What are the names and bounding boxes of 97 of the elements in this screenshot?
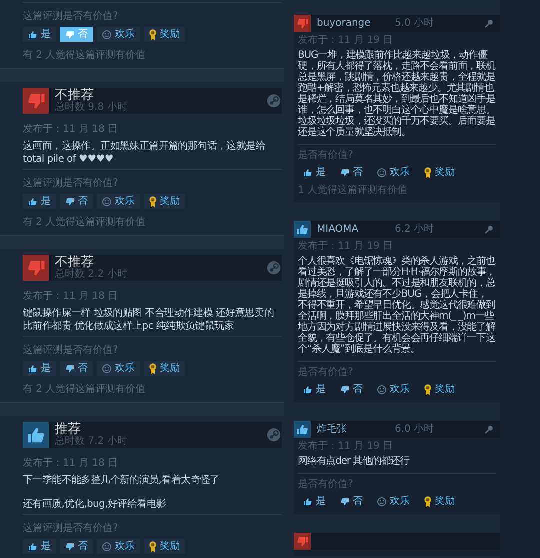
helpful-prompt: 这篇评测是否有价值? [23, 345, 120, 357]
helpful-count: 有 2 人觉得这篇评测有价值 [23, 217, 147, 229]
thumbs-down-icon [65, 364, 75, 374]
review-text: 个人很喜欢《电锯惊魂》类的杀人游戏，之前也看过美恐，了解了一部分H·H·福尔摩斯的故事，剧情还是挺吸引人的。不过是和朋友联机的，总是掉线，且游戏还有不少BUG，会把人卡住，不得不重开，希望早日优化。感觉这代很难做到全活啊，膜拜那些肝出全活的大神m(_ _)m一些地方因为对方剧情进展快没来得及看，没能了解全貌，有些仓促了。有机会会再仔细端详一下这个“杀人魔”到底是什么背景。 [298, 256, 496, 355]
helpful-prompt: 是否有价值? [298, 150, 354, 162]
playtime: 总时数 2.2 小时 [55, 270, 128, 280]
thumbs-up-icon [28, 542, 38, 552]
helpful-prompt: 是否有价值? [298, 367, 354, 379]
vote-button[interactable]: 否 [60, 361, 93, 376]
helpful-count: 有 2 人觉得这篇评测有价值 [23, 384, 147, 396]
author-name[interactable]: 炸毛张 [317, 422, 395, 437]
award-icon [149, 540, 157, 552]
wrench-icon [483, 18, 494, 29]
smiley-icon [377, 384, 387, 394]
award-icon [424, 496, 432, 508]
smiley-icon [102, 30, 112, 40]
helpful-prompt: 是否有价值? [298, 479, 354, 491]
vote-button[interactable]: 奖励 [419, 382, 460, 397]
smiley-icon [102, 542, 112, 552]
author-name[interactable]: buyorange [317, 16, 395, 31]
playtime: 总时数 9.8 小时 [55, 103, 128, 113]
vote-button[interactable]: 奖励 [144, 361, 185, 376]
review-text: BUG一堆，建模跟前作比越来越垃圾，动作僵硬，所有人都得了落枕，走路不会看前面，联机总是黑屏，跳剧情，价格还越来越贵，全程就是跑酷+解密，恐怖元素也越来越少。尤其剧情也是稀烂，结局莫名其妙，到最后也不知道凶手是谁，怎么回事，也不明白这个心中魔是啥意思。垃圾垃圾垃圾，还没买的千万不要买。后面要是还是这个质量就坚决抵制。 [298, 50, 496, 138]
post-date: 发布于：11 月 19 日 [298, 441, 394, 453]
vote-button[interactable]: 否 [335, 165, 368, 180]
playtime: 总时数 7.2 小时 [55, 437, 128, 447]
review-text: 还有画质,优化,bug,好评给看电影 [23, 498, 168, 511]
post-date: 发布于：11 月 18 日 [23, 124, 119, 136]
thumbs-down-icon [340, 496, 350, 506]
thumbs-down-icon [65, 196, 75, 206]
post-date: 发布于：11 月 18 日 [23, 458, 119, 470]
helpful-prompt: 这篇评测是否有价值? [23, 178, 120, 190]
thumbs-down-icon [65, 30, 75, 40]
vote-button[interactable]: 欢乐 [97, 27, 140, 42]
post-date: 发布于：11 月 19 日 [298, 35, 394, 47]
vote-button[interactable]: 欢乐 [372, 494, 415, 509]
smiley-icon [377, 496, 387, 506]
thumbs-up-icon [28, 364, 38, 374]
steam-icon [267, 261, 281, 275]
steam-icon [267, 94, 281, 108]
smiley-icon [102, 364, 112, 374]
thumbs-up-icon [28, 30, 38, 40]
award-icon [424, 384, 432, 396]
vote-button[interactable]: 是 [298, 494, 331, 509]
helpful-count: 有 2 人觉得这篇评测有价值 [23, 50, 147, 62]
vote-button[interactable]: 奖励 [419, 494, 460, 509]
review-text: 网络有点der 其他的都还行 [298, 456, 411, 467]
review-text: 键鼠操作屎一样 垃圾的贴图 不合理动作建模 还好意思卖的比前作都贵 优化做成这样上pc 纯纯欺负键鼠玩家 [23, 307, 276, 333]
author-name[interactable]: MIAOMA [317, 222, 395, 237]
thumbs-up-icon [303, 496, 313, 506]
vote-button[interactable]: 是 [23, 27, 56, 42]
vote-button[interactable]: 是 [23, 361, 56, 376]
helpful-prompt: 这篇评测是否有价值? [23, 11, 120, 23]
vote-button[interactable]: 欢乐 [372, 382, 415, 397]
vote-button[interactable]: 是 [298, 165, 331, 180]
wrench-icon [483, 424, 494, 435]
award-icon [424, 166, 432, 178]
award-icon [149, 362, 157, 374]
vote-button[interactable]: 是 [23, 539, 56, 554]
review-verdict: 不推荐 [55, 256, 94, 269]
award-icon [149, 196, 157, 208]
thumbs-up-icon [28, 196, 38, 206]
steam-icon [267, 428, 281, 442]
thumbs-down-icon [340, 384, 350, 394]
post-date: 发布于：11 月 18 日 [23, 291, 119, 303]
vote-button[interactable]: 欢乐 [372, 165, 415, 180]
playtime: 6.2 小时 [395, 222, 436, 237]
vote-button[interactable]: 否 [335, 382, 368, 397]
playtime: 6.0 小时 [395, 422, 436, 437]
vote-button[interactable]: 否 [60, 194, 93, 209]
vote-button[interactable]: 是 [23, 194, 56, 209]
helpful-prompt: 这篇评测是否有价值? [23, 523, 120, 535]
vote-button[interactable]: 欢乐 [97, 361, 140, 376]
thumbs-up-icon [303, 168, 313, 178]
review-text: 这画面，这操作。正如黑妹正篇开篇的那句话，这就是给total pile of ♥♥♥♥ [23, 140, 267, 166]
vote-button[interactable]: 奖励 [144, 194, 185, 209]
vote-button[interactable]: 是 [298, 382, 331, 397]
vote-button[interactable]: 奖励 [144, 27, 185, 42]
vote-button[interactable]: 奖励 [144, 539, 185, 554]
smiley-icon [102, 196, 112, 206]
wrench-icon [483, 224, 494, 235]
vote-button[interactable]: 奖励 [419, 165, 460, 180]
thumbs-up-icon [303, 384, 313, 394]
post-date: 发布于：11 月 19 日 [298, 241, 394, 253]
review-verdict: 不推荐 [55, 89, 94, 102]
smiley-icon [377, 168, 387, 178]
thumbs-down-icon [65, 542, 75, 552]
thumbs-down-icon [340, 168, 350, 178]
vote-button[interactable]: 欢乐 [97, 194, 140, 209]
playtime: 5.0 小时 [395, 16, 436, 31]
vote-button[interactable]: 欢乐 [97, 539, 140, 554]
vote-button[interactable]: 否 [335, 494, 368, 509]
award-icon [149, 28, 157, 40]
vote-button[interactable]: 否 [60, 539, 93, 554]
review-text: 下一季能不能多整几个新的演员,看着太奇怪了 [23, 474, 221, 487]
helpful-count: 1 人觉得这篇评测有价值 [298, 185, 409, 197]
review-verdict: 推荐 [55, 423, 81, 436]
